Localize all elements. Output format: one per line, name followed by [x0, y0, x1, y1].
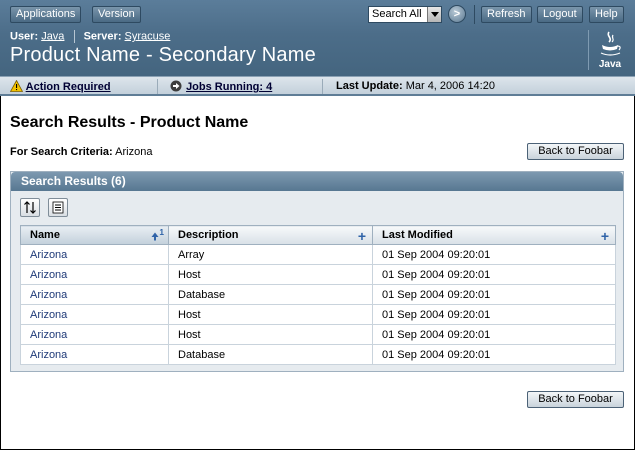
back-to-foobar-button-bottom[interactable]: Back to Foobar	[527, 391, 624, 408]
name-link[interactable]: Arizona	[30, 349, 67, 361]
product-name: Product Name - Secondary Name	[10, 44, 316, 66]
jobs-running-item: Jobs Running: 4	[170, 80, 272, 93]
cell-description: Host	[168, 324, 373, 345]
search-scope-select[interactable]: Search All	[368, 6, 442, 23]
arrow-right-icon	[170, 80, 182, 92]
user-label: User:	[10, 30, 39, 43]
search-scope-value: Search All	[372, 8, 422, 20]
chevron-down-icon	[427, 7, 441, 22]
action-required-link[interactable]: Action Required	[26, 81, 111, 93]
applications-button[interactable]: Applications	[10, 6, 82, 23]
cell-last-modified: 01 Sep 2004 09:20:01	[372, 244, 616, 265]
sort-icon	[24, 201, 36, 214]
criteria-label: For Search Criteria:	[10, 146, 113, 158]
cell-description: Host	[168, 304, 373, 325]
column-header-label: Description	[178, 229, 239, 241]
masthead-divider	[474, 5, 475, 24]
sort-button[interactable]	[20, 198, 40, 217]
logo-divider	[588, 30, 589, 70]
name-link[interactable]: Arizona	[30, 269, 67, 281]
list-icon	[52, 201, 64, 214]
logo-text: Java	[598, 59, 622, 70]
sort-ascending-icon[interactable]: 1	[151, 227, 164, 242]
last-update-value: Mar 4, 2006 14:20	[405, 80, 495, 92]
version-button[interactable]: Version	[92, 6, 141, 23]
cell-last-modified: 01 Sep 2004 09:20:01	[372, 324, 616, 345]
cell-name: Arizona	[20, 264, 169, 285]
page-title: Search Results - Product Name	[10, 114, 249, 131]
go-button[interactable]: >	[448, 5, 466, 23]
column-header-description[interactable]: Description +	[168, 225, 373, 245]
refresh-button[interactable]: Refresh	[481, 6, 532, 23]
user-divider	[73, 30, 75, 43]
name-link[interactable]: Arizona	[30, 249, 67, 261]
cell-last-modified: 01 Sep 2004 09:20:01	[372, 304, 616, 325]
table-row: Arizona Host 01 Sep 2004 09:20:01	[20, 264, 616, 285]
java-cup-icon	[600, 31, 621, 56]
table-row: Arizona Array 01 Sep 2004 09:20:01	[20, 244, 616, 265]
help-button[interactable]: Help	[589, 6, 624, 23]
column-header-label: Name	[30, 229, 60, 241]
column-header-name[interactable]: Name 1	[20, 225, 169, 245]
cell-description: Database	[168, 344, 373, 365]
user-info: User: Java Server: Syracuse	[10, 30, 170, 43]
back-to-foobar-button-top[interactable]: Back to Foobar	[527, 143, 624, 160]
user-link[interactable]: Java	[41, 30, 64, 42]
cell-name: Arizona	[20, 244, 169, 265]
status-divider	[322, 79, 323, 94]
add-sort-icon[interactable]: +	[358, 228, 366, 244]
cell-name: Arizona	[20, 284, 169, 305]
cell-last-modified: 01 Sep 2004 09:20:01	[372, 264, 616, 285]
search-criteria: For Search Criteria: Arizona	[10, 146, 152, 158]
sort-order-label: 1	[159, 227, 164, 237]
cell-name: Arizona	[20, 324, 169, 345]
table-row: Arizona Database 01 Sep 2004 09:20:01	[20, 344, 616, 365]
name-link[interactable]: Arizona	[30, 329, 67, 341]
jobs-running-link[interactable]: Jobs Running: 4	[186, 81, 272, 93]
status-divider	[157, 79, 158, 94]
add-sort-icon[interactable]: +	[601, 228, 609, 244]
java-logo: Java	[596, 30, 624, 70]
logout-button[interactable]: Logout	[537, 6, 583, 23]
table-row: Arizona Host 01 Sep 2004 09:20:01	[20, 304, 616, 325]
last-update: Last Update: Mar 4, 2006 14:20	[336, 80, 495, 92]
masthead: Applications Version Search All > Refres…	[0, 0, 635, 76]
table-row: Arizona Database 01 Sep 2004 09:20:01	[20, 284, 616, 305]
cell-name: Arizona	[20, 344, 169, 365]
column-header-label: Last Modified	[382, 229, 453, 241]
search-results-panel: Search Results (6) Name 1 Description + …	[10, 171, 624, 372]
server-label: Server:	[83, 30, 122, 43]
cell-last-modified: 01 Sep 2004 09:20:01	[372, 344, 616, 365]
cell-description: Host	[168, 264, 373, 285]
criteria-value: Arizona	[115, 146, 153, 158]
cell-description: Array	[168, 244, 373, 265]
status-bar: Action Required Jobs Running: 4 Last Upd…	[0, 76, 635, 96]
name-link[interactable]: Arizona	[30, 309, 67, 321]
server-link[interactable]: Syracuse	[125, 30, 171, 42]
column-header-last-modified[interactable]: Last Modified +	[372, 225, 616, 245]
column-menu-button[interactable]	[48, 198, 68, 217]
warning-icon	[9, 79, 24, 92]
table-header-row: Name 1 Description + Last Modified +	[20, 225, 616, 245]
table-row: Arizona Host 01 Sep 2004 09:20:01	[20, 324, 616, 345]
cell-description: Database	[168, 284, 373, 305]
cell-name: Arizona	[20, 304, 169, 325]
cell-last-modified: 01 Sep 2004 09:20:01	[372, 284, 616, 305]
action-required-item: Action Required	[9, 79, 111, 93]
results-table: Name 1 Description + Last Modified + Ari…	[20, 225, 616, 365]
last-update-label: Last Update:	[336, 80, 403, 92]
panel-title: Search Results (6)	[11, 172, 623, 191]
name-link[interactable]: Arizona	[30, 289, 67, 301]
